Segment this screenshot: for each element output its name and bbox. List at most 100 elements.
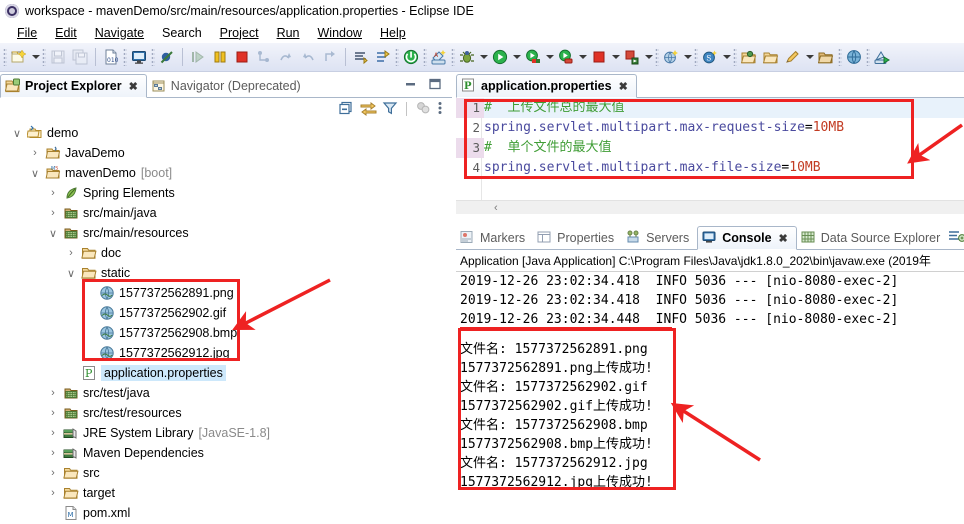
toolbar-grip-4[interactable]	[151, 48, 155, 66]
toolbar-grip-7[interactable]	[451, 48, 455, 66]
drop-to-frame-icon[interactable]	[319, 46, 341, 68]
new-sql-dropdown-arrow-icon[interactable]	[721, 47, 732, 67]
new-web-dropdown-arrow-icon[interactable]	[682, 47, 693, 67]
next-annotation-icon[interactable]	[350, 46, 372, 68]
chevron-right-icon[interactable]: ›	[64, 247, 78, 259]
console-output[interactable]: 2019-12-26 23:02:34.418 INFO 5036 --- [n…	[456, 272, 964, 492]
toolbar-grip-8[interactable]	[655, 48, 659, 66]
close-icon[interactable]: ✖	[129, 80, 138, 93]
editor-text-area[interactable]: 1 # 上传文件总的最大值 2 spring.servlet.multipart.ma…	[456, 98, 964, 200]
new-sql-icon[interactable]: S	[699, 46, 721, 68]
toolbar-grip-11[interactable]	[838, 48, 842, 66]
open-console-icon[interactable]	[128, 46, 150, 68]
web-browser-icon[interactable]	[843, 46, 865, 68]
chevron-right-icon[interactable]: ›	[46, 207, 60, 219]
terminate-icon[interactable]	[231, 46, 253, 68]
new-wizard-icon[interactable]	[8, 46, 30, 68]
new-java-class-icon[interactable]: A	[428, 46, 450, 68]
menu-file[interactable]: File	[8, 25, 46, 41]
resume-icon[interactable]	[187, 46, 209, 68]
view-options-icon[interactable]	[415, 100, 431, 119]
suspend-icon[interactable]	[209, 46, 231, 68]
chevron-right-icon[interactable]: ›	[46, 407, 60, 419]
step-over-icon[interactable]	[275, 46, 297, 68]
view-menu-icon[interactable]	[436, 100, 444, 119]
console-view-menu-icon[interactable]	[948, 228, 964, 247]
tree-item-src-main-resources[interactable]: ∨ src/main/resources	[0, 223, 452, 243]
project-tree[interactable]: ∨ demo › JavaDemo ∨ M SmavenDemo [boot] › Spring …	[0, 120, 452, 523]
editor-code[interactable]: 1 # 上传文件总的最大值 2 spring.servlet.multipart.ma…	[456, 98, 964, 178]
step-return-icon[interactable]	[297, 46, 319, 68]
tree-item-javademo[interactable]: › JavaDemo	[0, 143, 452, 163]
code-line[interactable]: 3 # 单个文件的最大值	[456, 138, 964, 158]
code-line[interactable]: 1 # 上传文件总的最大值	[456, 98, 964, 118]
tab-markers[interactable]: Markers	[456, 226, 533, 249]
chevron-right-icon[interactable]: ›	[46, 467, 60, 479]
tree-item-doc[interactable]: › doc	[0, 243, 452, 263]
collapse-all-icon[interactable]	[339, 100, 355, 119]
console-close-icon[interactable]: ✖	[779, 232, 788, 245]
tab-application-properties[interactable]: P application.properties ✖	[456, 74, 637, 98]
menu-help[interactable]: Help	[371, 25, 415, 41]
tree-item-demo[interactable]: ∨ demo	[0, 123, 452, 143]
stop-dropdown-arrow-icon[interactable]	[610, 47, 621, 67]
code-line[interactable]: 2 spring.servlet.multipart.max-request-si…	[456, 118, 964, 138]
new-annotation-icon[interactable]	[782, 46, 804, 68]
open-task-icon[interactable]	[760, 46, 782, 68]
run-dropdown-arrow-icon[interactable]	[511, 47, 522, 67]
code-line[interactable]: 4 spring.servlet.multipart.max-file-size=…	[456, 158, 964, 178]
toolbar-grip-10[interactable]	[733, 48, 737, 66]
tree-item-pom-xml[interactable]: Mpom.xml	[0, 503, 452, 523]
tab-servers[interactable]: Servers	[622, 226, 697, 249]
chevron-down-icon[interactable]: ∨	[64, 267, 78, 280]
chevron-right-icon[interactable]: ›	[46, 447, 60, 459]
tab-properties[interactable]: Properties	[533, 226, 622, 249]
run-icon[interactable]	[489, 46, 511, 68]
minimize-view-button[interactable]	[404, 77, 418, 94]
menu-project[interactable]: Project	[211, 25, 268, 41]
editor-close-icon[interactable]: ✖	[619, 80, 628, 93]
tree-item-src-test-java[interactable]: › src/test/java	[0, 383, 452, 403]
tree-item-mavendemo[interactable]: ∨ M S mavenDemo [boot]	[0, 163, 452, 183]
tree-item-jre-system-library[interactable]: › JRE System Library [JavaSE-1.8]	[0, 423, 452, 443]
new-web-project-icon[interactable]	[660, 46, 682, 68]
tree-item-src[interactable]: › src	[0, 463, 452, 483]
toolbar-grip-12[interactable]	[866, 48, 870, 66]
filter-icon[interactable]	[382, 100, 398, 119]
menu-window[interactable]: Window	[309, 25, 371, 41]
step-into-icon[interactable]	[253, 46, 275, 68]
toolbar-grip[interactable]	[3, 48, 7, 66]
menu-navigate[interactable]: Navigate	[86, 25, 153, 41]
chevron-right-icon[interactable]: ›	[28, 147, 42, 159]
scroll-left-icon[interactable]: ‹	[494, 202, 498, 214]
tree-item-1577372562912-jpg[interactable]: 1577372562912.jpg	[0, 343, 452, 363]
debug-icon[interactable]	[456, 46, 478, 68]
tab-navigator[interactable]: Navigator (Deprecated)	[147, 74, 309, 97]
tree-item-target[interactable]: › target	[0, 483, 452, 503]
toolbar-grip-5[interactable]	[395, 48, 399, 66]
tab-project-explorer[interactable]: Project Explorer ✖	[0, 74, 147, 98]
stop-icon[interactable]	[588, 46, 610, 68]
editor-horizontal-scrollbar[interactable]: ‹	[456, 200, 964, 214]
open-package-icon[interactable]	[815, 46, 837, 68]
coverage-icon[interactable]	[522, 46, 544, 68]
menu-edit[interactable]: Edit	[46, 25, 86, 41]
run-last-dropdown-arrow-icon[interactable]	[577, 47, 588, 67]
chevron-right-icon[interactable]: ›	[46, 387, 60, 399]
chevron-right-icon[interactable]: ›	[46, 487, 60, 499]
publish-dropdown-arrow-icon[interactable]	[643, 47, 654, 67]
link-with-editor-icon[interactable]	[360, 100, 377, 119]
debug-dropdown-arrow-icon[interactable]	[478, 47, 489, 67]
toolbar-grip-3[interactable]	[123, 48, 127, 66]
save-all-icon[interactable]	[69, 46, 91, 68]
chevron-right-icon[interactable]: ›	[46, 187, 60, 199]
save-icon[interactable]	[47, 46, 69, 68]
tab-data-source-explorer[interactable]: Data Source Explorer	[797, 226, 949, 249]
previous-annotation-icon[interactable]	[372, 46, 394, 68]
tree-item-spring-elements[interactable]: › Spring Elements	[0, 183, 452, 203]
chevron-down-icon[interactable]: ∨	[10, 127, 24, 140]
toolbar-grip-9[interactable]	[694, 48, 698, 66]
skip-breakpoints-icon[interactable]	[156, 46, 178, 68]
publish-icon[interactable]	[621, 46, 643, 68]
tree-item-application-properties[interactable]: Papplication.properties	[0, 363, 452, 383]
